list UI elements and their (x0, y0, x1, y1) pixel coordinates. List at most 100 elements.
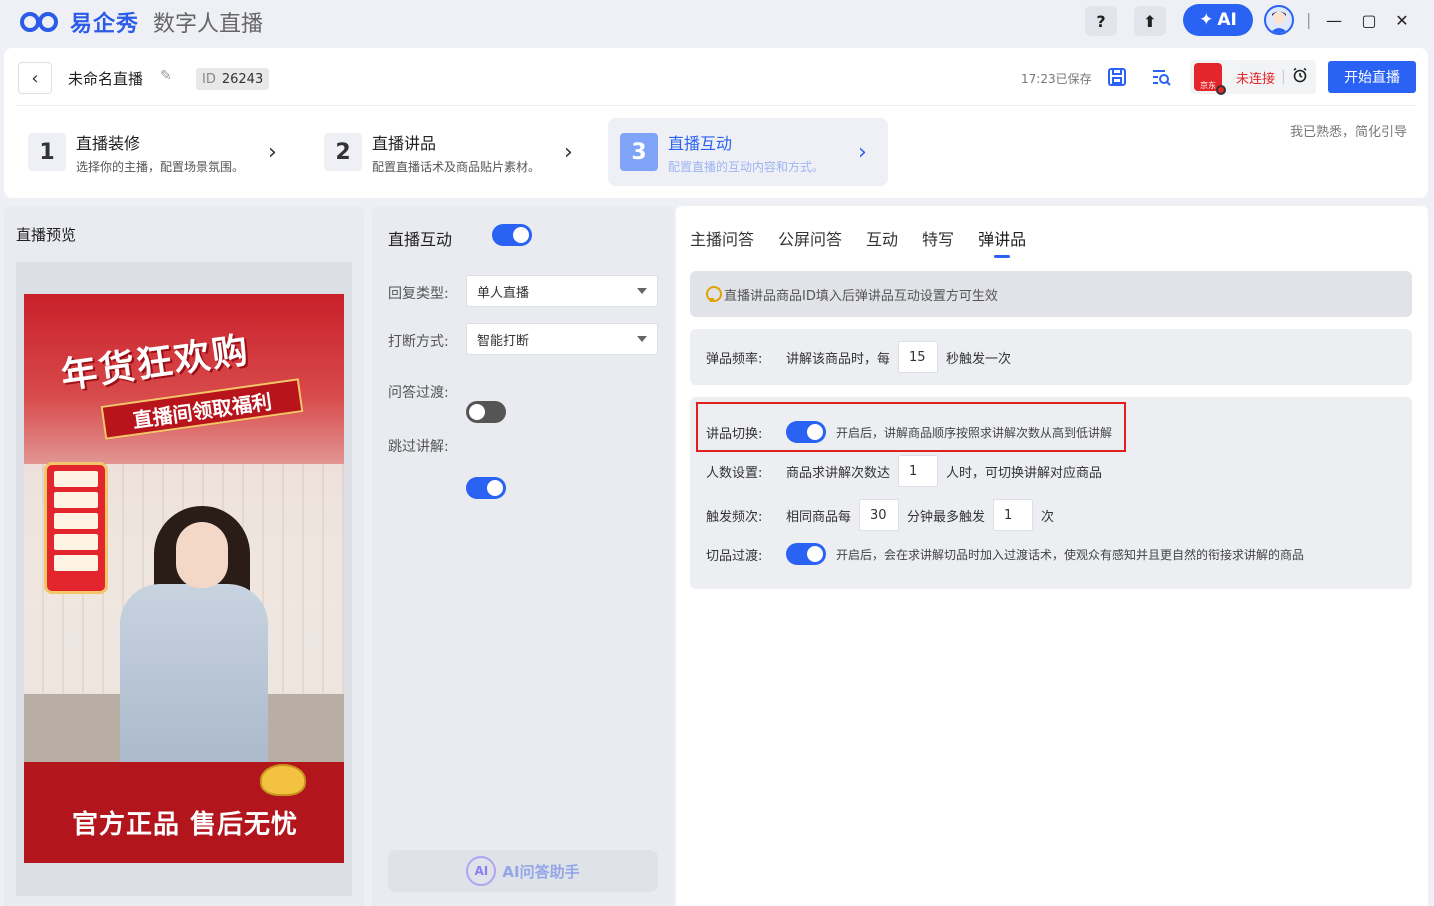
product-name: 数字人直播 (153, 12, 264, 37)
skip-explain-label: 跳过讲解: (388, 439, 449, 455)
step-title: 直播讲品 (372, 133, 437, 153)
chevron-right-icon: › (858, 139, 867, 165)
ai-button[interactable]: ✦ AI (1183, 4, 1253, 36)
search-list-icon[interactable] (1148, 64, 1174, 90)
highlight-box (696, 402, 1126, 452)
gold-ingot-icon (260, 764, 306, 796)
reply-type-select[interactable]: 单人直播 (466, 275, 658, 307)
platform-connection[interactable]: 京东 未连接 | (1190, 60, 1316, 95)
presenter-body (120, 584, 268, 774)
tab-interact[interactable]: 互动 (866, 226, 898, 258)
tab-closeup[interactable]: 特写 (922, 226, 954, 258)
chevron-right-icon: › (268, 139, 277, 165)
ai-assistant-label: AI问答助手 (502, 862, 580, 881)
trigger-minutes-input[interactable]: 30 (859, 499, 900, 531)
chevron-right-icon: › (564, 139, 573, 165)
upload-icon: ⬆ (1143, 11, 1157, 31)
close-button[interactable]: ✕ (1390, 8, 1414, 32)
upload-button[interactable]: ⬆ (1134, 6, 1166, 36)
status-dot-icon (1216, 85, 1226, 95)
trigger-prefix: 相同商品每 (786, 509, 852, 525)
minimize-button[interactable]: — (1322, 8, 1346, 32)
step-number: 3 (620, 133, 658, 171)
step-desc: 配置直播的互动内容和方式。 (668, 159, 825, 174)
platform-status: 未连接 (1236, 71, 1276, 87)
save-icon[interactable] (1104, 64, 1130, 90)
qa-transition-label: 问答过渡: (388, 385, 449, 401)
popup-frequency-prefix: 讲解该商品时，每 (786, 351, 891, 367)
project-id-badge: ID 26243 (196, 68, 270, 90)
title-bar: 易企秀 数字人直播 ? ⬆ ✦ AI | — ▢ ✕ (0, 0, 1434, 46)
notice-banner: 直播讲品商品ID填入后弹讲品互动设置方可生效 (690, 271, 1412, 317)
caret-down-icon (637, 336, 647, 342)
logo-icon (20, 10, 66, 34)
count-input[interactable]: 1 (898, 455, 939, 487)
step-3[interactable]: 3 直播互动配置直播的互动内容和方式。 › (608, 118, 888, 186)
trigger-mid: 分钟最多触发 (907, 509, 986, 525)
popup-frequency-label: 弹品频率: (706, 351, 763, 367)
project-title: 未命名直播 (68, 70, 144, 88)
back-button[interactable]: ‹ (18, 62, 52, 94)
edit-icon[interactable]: ✎ (160, 68, 172, 84)
transition-label: 切品过渡: (706, 548, 763, 564)
help-button[interactable]: ? (1085, 6, 1117, 36)
titlebar-separator: | (1306, 10, 1312, 29)
interaction-toggle[interactable] (492, 224, 532, 246)
skip-explain-toggle[interactable] (466, 477, 506, 499)
interaction-detail-panel: 主播问答 公屏问答 互动 特写 弹讲品 直播讲品商品ID填入后弹讲品互动设置方可… (676, 206, 1428, 906)
count-prefix: 商品求讲解次数达 (786, 465, 891, 481)
header-divider (16, 105, 1416, 106)
transition-toggle[interactable] (786, 543, 826, 565)
reply-type-value: 单人直播 (477, 285, 530, 301)
qa-transition-toggle[interactable] (466, 401, 506, 423)
step-1[interactable]: 1 直播装修选择你的主播，配置场景氛围。 › (28, 118, 277, 186)
live-preview-panel: 直播预览 年货狂欢购 直播间领取福利 官方正品 售后无忧 (4, 206, 364, 906)
step-number: 2 (324, 133, 362, 171)
ai-qa-assistant-button[interactable]: AI AI问答助手 (388, 850, 658, 892)
trigger-label: 触发频次: (706, 509, 763, 525)
tab-host-qa[interactable]: 主播问答 (690, 226, 754, 258)
platform-name: 京东 (1200, 81, 1216, 90)
step-number: 1 (28, 133, 66, 171)
poster-footer: 官方正品 售后无忧 (72, 810, 299, 840)
reply-type-label: 回复类型: (388, 286, 449, 302)
interrupt-value: 智能打断 (477, 333, 530, 349)
popup-frequency-input[interactable]: 15 (898, 341, 939, 373)
sparkle-icon: ✦ (1199, 10, 1214, 30)
interrupt-label: 打断方式: (388, 334, 449, 350)
user-avatar[interactable] (1264, 5, 1294, 35)
id-key: ID (202, 71, 216, 87)
avatar-icon (1270, 11, 1288, 33)
step-desc: 选择你的主播，配置场景氛围。 (76, 159, 245, 174)
lightbulb-icon (706, 286, 722, 302)
count-suffix: 人时，可切换讲解对应商品 (946, 465, 1103, 481)
save-status: 17:23已保存 (1021, 72, 1092, 86)
interrupt-select[interactable]: 智能打断 (466, 323, 658, 355)
simplify-guide-link[interactable]: 我已熟悉，简化引导 (1290, 121, 1407, 140)
trigger-times-input[interactable]: 1 (993, 499, 1034, 531)
start-live-button[interactable]: 开始直播 (1328, 61, 1416, 93)
step-2[interactable]: 2 直播讲品配置直播话术及商品贴片素材。 › (324, 118, 573, 186)
alarm-clock-icon[interactable] (1292, 67, 1308, 87)
chevron-left-icon: ‹ (31, 67, 39, 89)
caret-down-icon (637, 288, 647, 294)
presenter-face (176, 522, 228, 588)
trigger-suffix: 次 (1041, 509, 1055, 525)
step-desc: 配置直播话术及商品贴片素材。 (372, 159, 541, 174)
app-logo: 易企秀 数字人直播 (20, 8, 264, 37)
tab-popup-product[interactable]: 弹讲品 (978, 226, 1026, 258)
tab-public-qa[interactable]: 公屏问答 (778, 226, 842, 258)
step-title: 直播互动 (668, 133, 733, 153)
maximize-button[interactable]: ▢ (1357, 8, 1381, 32)
jd-logo-icon: 京东 (1194, 63, 1226, 95)
interaction-tabs: 主播问答 公屏问答 互动 特写 弹讲品 (690, 226, 1026, 258)
brand-name: 易企秀 (70, 12, 140, 37)
interaction-title: 直播互动 (388, 230, 453, 249)
ai-button-label: AI (1217, 10, 1237, 30)
poster-headline: 年货狂欢购 (58, 329, 253, 397)
project-header: ‹ 未命名直播 ✎ ID 26243 17:23已保存 京东 未连接 | 开始直… (4, 48, 1428, 198)
step-title: 直播装修 (76, 133, 141, 153)
preview-poster: 年货狂欢购 直播间领取福利 官方正品 售后无忧 (24, 294, 344, 863)
interaction-settings-panel: 直播互动 回复类型: 单人直播 打断方式: 智能打断 问答过渡: 跳过讲解: A… (372, 206, 674, 906)
minimize-icon: — (1326, 10, 1342, 30)
